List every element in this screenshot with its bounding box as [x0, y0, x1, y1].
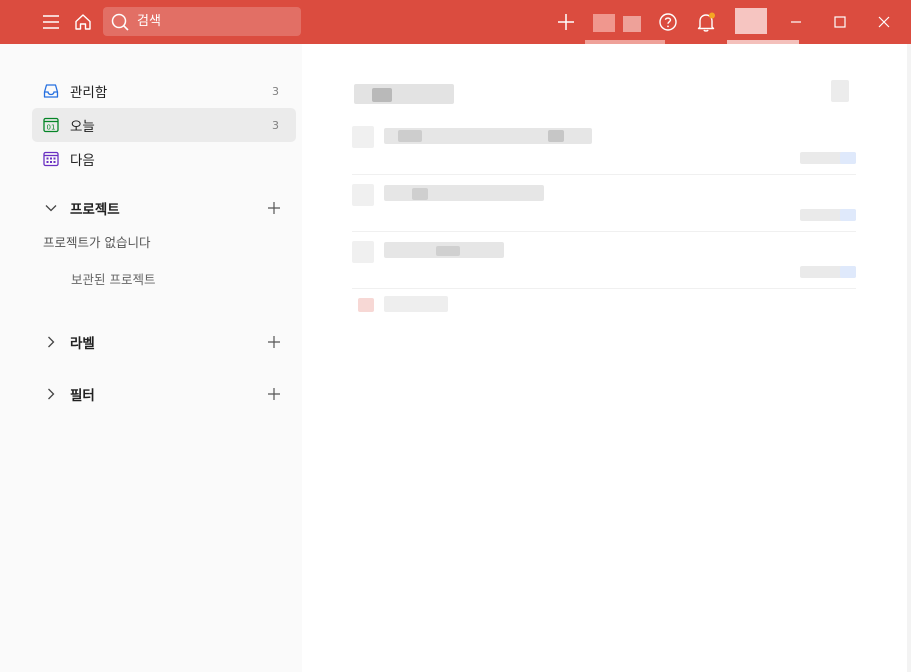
- sidebar-item-label: 관리함: [70, 85, 108, 101]
- scrollbar[interactable]: [907, 44, 911, 672]
- divider: [352, 174, 856, 175]
- add-filter-icon[interactable]: [264, 384, 284, 404]
- redacted-task-checkbox[interactable]: [352, 184, 374, 206]
- labels-title: 라벨: [70, 336, 95, 352]
- task-count: 3: [272, 118, 279, 132]
- close-icon[interactable]: [862, 0, 906, 44]
- redacted-task-checkbox[interactable]: [352, 126, 374, 148]
- calendar-today-icon: 01: [41, 115, 61, 135]
- labels-section-header[interactable]: 라벨: [32, 326, 296, 358]
- sidebar-item-today[interactable]: 01 오늘 3: [32, 108, 296, 142]
- redacted-task-title[interactable]: [384, 185, 544, 201]
- redacted-view-option[interactable]: [831, 80, 849, 102]
- search-input[interactable]: [137, 14, 287, 29]
- redacted-page-title: [354, 84, 454, 104]
- redacted-block: [840, 209, 856, 221]
- chevron-right-icon[interactable]: [41, 332, 61, 352]
- maximize-icon[interactable]: [818, 0, 862, 44]
- home-icon[interactable]: [67, 6, 99, 38]
- projects-section-header[interactable]: 프로젝트: [32, 192, 296, 224]
- calendar-upcoming-icon: [41, 149, 61, 169]
- chevron-right-icon[interactable]: [41, 384, 61, 404]
- sidebar-item-label: 오늘: [70, 119, 95, 135]
- redacted-block: [548, 130, 564, 142]
- search-icon: [109, 11, 131, 33]
- chevron-down-icon[interactable]: [41, 198, 61, 218]
- redacted-task-checkbox[interactable]: [352, 241, 374, 263]
- divider: [352, 231, 856, 232]
- redacted-block: [372, 88, 392, 102]
- inbox-icon: [41, 81, 61, 101]
- sidebar-item-upcoming[interactable]: 다음: [32, 142, 296, 176]
- redacted-block: [840, 266, 856, 278]
- projects-title: 프로젝트: [70, 202, 120, 218]
- top-bar: [0, 0, 911, 45]
- menu-icon[interactable]: [35, 6, 67, 38]
- filters-title: 필터: [70, 388, 95, 404]
- redacted-block: [412, 188, 428, 200]
- notifications-bell-icon[interactable]: [690, 6, 722, 38]
- task-count: 3: [272, 84, 279, 98]
- add-label-icon[interactable]: [264, 332, 284, 352]
- svg-text:01: 01: [47, 124, 56, 132]
- redacted-block: [840, 152, 856, 164]
- search-box[interactable]: [103, 7, 301, 36]
- add-task-icon[interactable]: [550, 6, 582, 38]
- redacted-add-task-icon[interactable]: [358, 298, 374, 312]
- sidebar-item-label: 다음: [70, 153, 95, 169]
- archived-projects-link[interactable]: 보관된 프로젝트: [71, 269, 155, 288]
- sidebar-item-inbox[interactable]: 관리함 3: [32, 74, 296, 108]
- projects-empty-text: 프로젝트가 없습니다: [43, 235, 151, 250]
- help-icon[interactable]: [652, 6, 684, 38]
- redacted-add-task-label[interactable]: [384, 296, 448, 312]
- minimize-icon[interactable]: [774, 0, 818, 44]
- filters-section-header[interactable]: 필터: [32, 378, 296, 410]
- add-project-icon[interactable]: [264, 198, 284, 218]
- redacted-block: [436, 246, 460, 256]
- divider: [352, 288, 856, 289]
- redacted-block: [398, 130, 422, 142]
